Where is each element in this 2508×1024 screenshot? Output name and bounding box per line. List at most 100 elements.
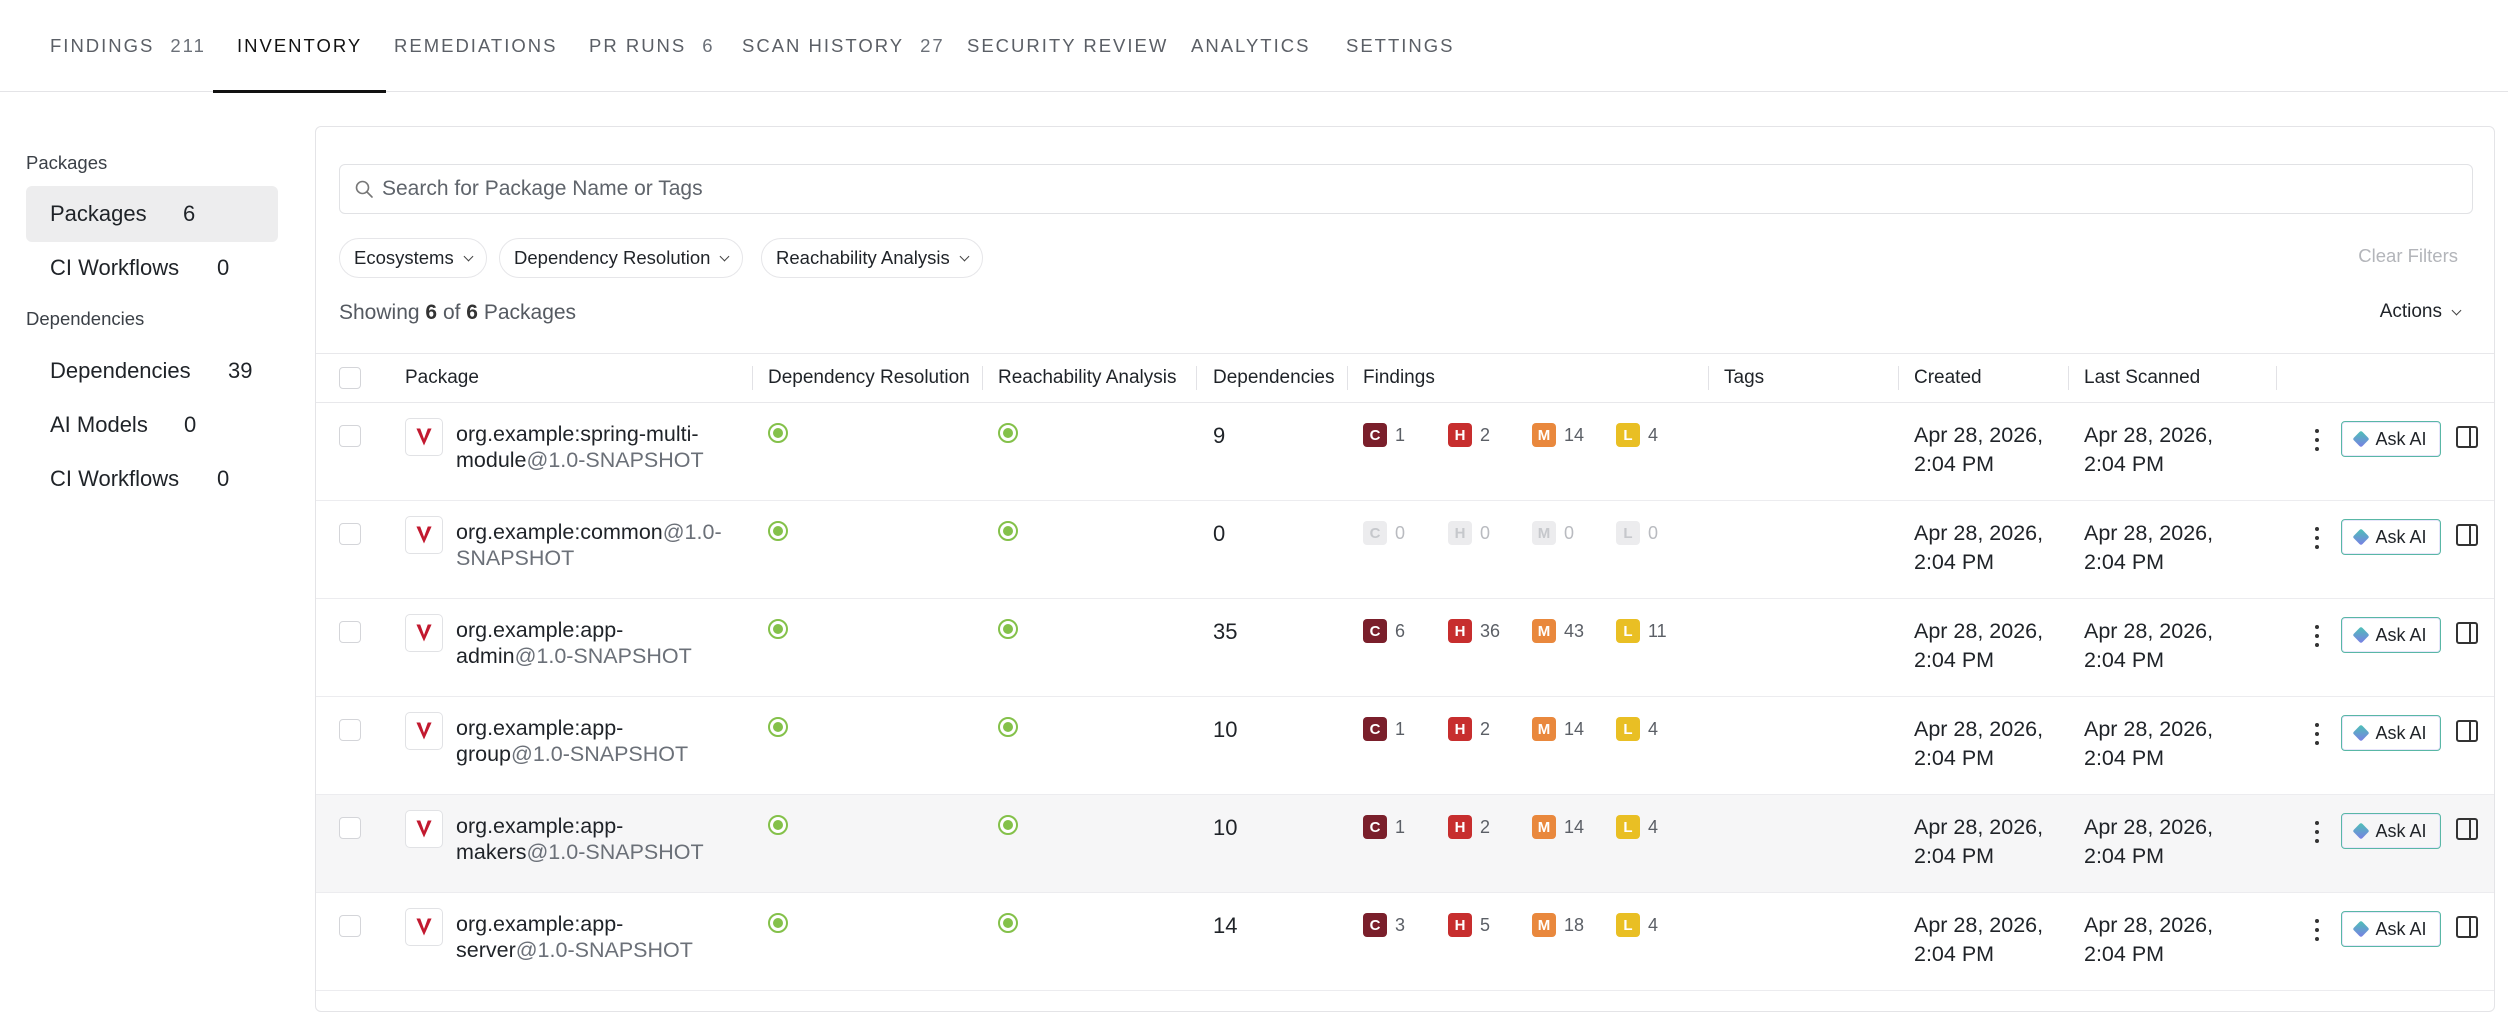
side-panel-icon[interactable] <box>2456 426 2478 448</box>
findings-high[interactable]: H5 <box>1448 913 1490 937</box>
tab-settings[interactable]: SETTINGS <box>1346 0 1455 92</box>
sidebar-item-ci-workflows[interactable]: CI Workflows 0 <box>26 240 278 296</box>
table-row[interactable]: org.example:spring-multi-module@1.0-SNAP… <box>316 403 2494 501</box>
findings-low[interactable]: L4 <box>1616 815 1658 839</box>
findings-critical[interactable]: C1 <box>1363 815 1405 839</box>
findings-critical[interactable]: C3 <box>1363 913 1405 937</box>
findings-high[interactable]: H2 <box>1448 815 1490 839</box>
more-vertical-icon[interactable] <box>2307 817 2327 847</box>
header-tags[interactable]: Tags <box>1724 354 1764 402</box>
ask-ai-button[interactable]: Ask AI <box>2341 519 2441 555</box>
tab-findings[interactable]: FINDINGS 211 <box>50 0 206 92</box>
package-name[interactable]: org.example:app-makers@1.0-SNAPSHOT <box>456 813 746 865</box>
row-checkbox[interactable] <box>339 817 361 839</box>
row-checkbox[interactable] <box>339 719 361 741</box>
actions-button[interactable]: Actions <box>2380 301 2462 323</box>
more-vertical-icon[interactable] <box>2307 425 2327 455</box>
table-row[interactable]: org.example:app-group@1.0-SNAPSHOT 10 C1… <box>316 697 2494 795</box>
header-last-scanned[interactable]: Last Scanned <box>2084 354 2200 402</box>
findings-low[interactable]: L0 <box>1616 521 1658 545</box>
side-panel-icon[interactable] <box>2456 622 2478 644</box>
tab-pr-runs[interactable]: PR RUNS 6 <box>589 0 715 92</box>
header-dependencies[interactable]: Dependencies <box>1213 354 1334 402</box>
ask-ai-button[interactable]: Ask AI <box>2341 813 2441 849</box>
sidebar-item-packages[interactable]: Packages 6 <box>26 186 278 242</box>
search-input[interactable]: Search for Package Name or Tags <box>339 164 2473 214</box>
findings-medium[interactable]: M 14 <box>1532 815 1584 839</box>
side-panel-icon[interactable] <box>2456 720 2478 742</box>
sidebar-item-label: CI Workflows <box>50 466 180 491</box>
ask-ai-button[interactable]: Ask AI <box>2341 617 2441 653</box>
table-row[interactable]: org.example:common@1.0-SNAPSHOT 0 C0 H0 … <box>316 501 2494 599</box>
findings-medium[interactable]: M 43 <box>1532 619 1584 643</box>
findings-low[interactable]: L4 <box>1616 423 1658 447</box>
header-package[interactable]: Package <box>405 354 479 402</box>
findings-medium[interactable]: M 14 <box>1532 423 1584 447</box>
high-count: 0 <box>1480 522 1491 543</box>
findings-high[interactable]: H0 <box>1448 521 1490 545</box>
sidebar-item-dep-ci-workflows[interactable]: CI Workflows 0 <box>26 451 278 507</box>
resolution-status-icon <box>768 423 788 443</box>
sidebar-item-dependencies[interactable]: Dependencies 39 <box>26 343 278 399</box>
side-panel-icon[interactable] <box>2456 524 2478 546</box>
ask-ai-button[interactable]: Ask AI <box>2341 911 2441 947</box>
findings-medium[interactable]: M 14 <box>1532 717 1584 741</box>
package-name[interactable]: org.example:spring-multi-module@1.0-SNAP… <box>456 421 746 473</box>
package-name[interactable]: org.example:app-group@1.0-SNAPSHOT <box>456 715 746 767</box>
table-row[interactable]: org.example:app-makers@1.0-SNAPSHOT 10 C… <box>316 795 2494 893</box>
summary-total: 6 <box>466 301 478 324</box>
findings-critical[interactable]: C1 <box>1363 717 1405 741</box>
tab-security-review[interactable]: SECURITY REVIEW <box>967 0 1168 92</box>
side-panel-icon[interactable] <box>2456 818 2478 840</box>
scanned-date-line: Apr 28, 2026, <box>2084 423 2214 447</box>
created-date: Apr 28, 2026, 2:04 PM <box>1914 617 2064 675</box>
sparkle-icon <box>2352 822 2370 840</box>
tab-analytics[interactable]: ANALYTICS <box>1191 0 1310 92</box>
filter-ecosystems[interactable]: Ecosystems <box>339 238 487 278</box>
findings-critical[interactable]: C1 <box>1363 423 1405 447</box>
sidebar-item-ai-models[interactable]: AI Models 0 <box>26 397 278 453</box>
findings-critical[interactable]: C6 <box>1363 619 1405 643</box>
tab-scan-history[interactable]: SCAN HISTORY 27 <box>742 0 945 92</box>
low-badge-icon: L <box>1616 815 1640 839</box>
findings-medium[interactable]: M0 <box>1532 521 1574 545</box>
filter-dependency-resolution[interactable]: Dependency Resolution <box>499 238 744 278</box>
package-name[interactable]: org.example:common@1.0-SNAPSHOT <box>456 519 746 571</box>
more-vertical-icon[interactable] <box>2307 523 2327 553</box>
reachability-status-icon <box>998 423 1018 443</box>
findings-medium[interactable]: M 18 <box>1532 913 1584 937</box>
findings-critical[interactable]: C0 <box>1363 521 1405 545</box>
scanned-date-line: Apr 28, 2026, <box>2084 619 2214 643</box>
findings-low[interactable]: L 11 <box>1616 619 1667 643</box>
side-panel-icon[interactable] <box>2456 916 2478 938</box>
package-name[interactable]: org.example:app-admin@1.0-SNAPSHOT <box>456 617 746 669</box>
ask-ai-button[interactable]: Ask AI <box>2341 715 2441 751</box>
row-checkbox[interactable] <box>339 425 361 447</box>
clear-filters-button[interactable]: Clear Filters <box>2358 245 2458 267</box>
table-row[interactable]: org.example:app-admin@1.0-SNAPSHOT 35 C6… <box>316 599 2494 697</box>
row-checkbox[interactable] <box>339 621 361 643</box>
header-dependency-resolution[interactable]: Dependency Resolution <box>768 354 970 402</box>
row-checkbox[interactable] <box>339 915 361 937</box>
findings-high[interactable]: H 36 <box>1448 619 1500 643</box>
findings-low[interactable]: L4 <box>1616 913 1658 937</box>
select-all-checkbox[interactable] <box>339 367 361 389</box>
tab-remediations[interactable]: REMEDIATIONS <box>394 0 557 92</box>
findings-low[interactable]: L4 <box>1616 717 1658 741</box>
filter-reachability-analysis[interactable]: Reachability Analysis <box>761 238 983 278</box>
table-row[interactable]: org.example:app-server@1.0-SNAPSHOT 14 C… <box>316 893 2494 991</box>
last-scanned-date: Apr 28, 2026, 2:04 PM <box>2084 911 2234 969</box>
package-name[interactable]: org.example:app-server@1.0-SNAPSHOT <box>456 911 746 963</box>
header-created[interactable]: Created <box>1914 354 1982 402</box>
tab-inventory[interactable]: INVENTORY <box>212 0 387 93</box>
findings-high[interactable]: H2 <box>1448 423 1490 447</box>
low-badge-icon: L <box>1616 521 1640 545</box>
more-vertical-icon[interactable] <box>2307 915 2327 945</box>
more-vertical-icon[interactable] <box>2307 719 2327 749</box>
row-checkbox[interactable] <box>339 523 361 545</box>
more-vertical-icon[interactable] <box>2307 621 2327 651</box>
header-findings[interactable]: Findings <box>1363 354 1435 402</box>
findings-high[interactable]: H2 <box>1448 717 1490 741</box>
ask-ai-button[interactable]: Ask AI <box>2341 421 2441 457</box>
header-reachability-analysis[interactable]: Reachability Analysis <box>998 354 1176 402</box>
